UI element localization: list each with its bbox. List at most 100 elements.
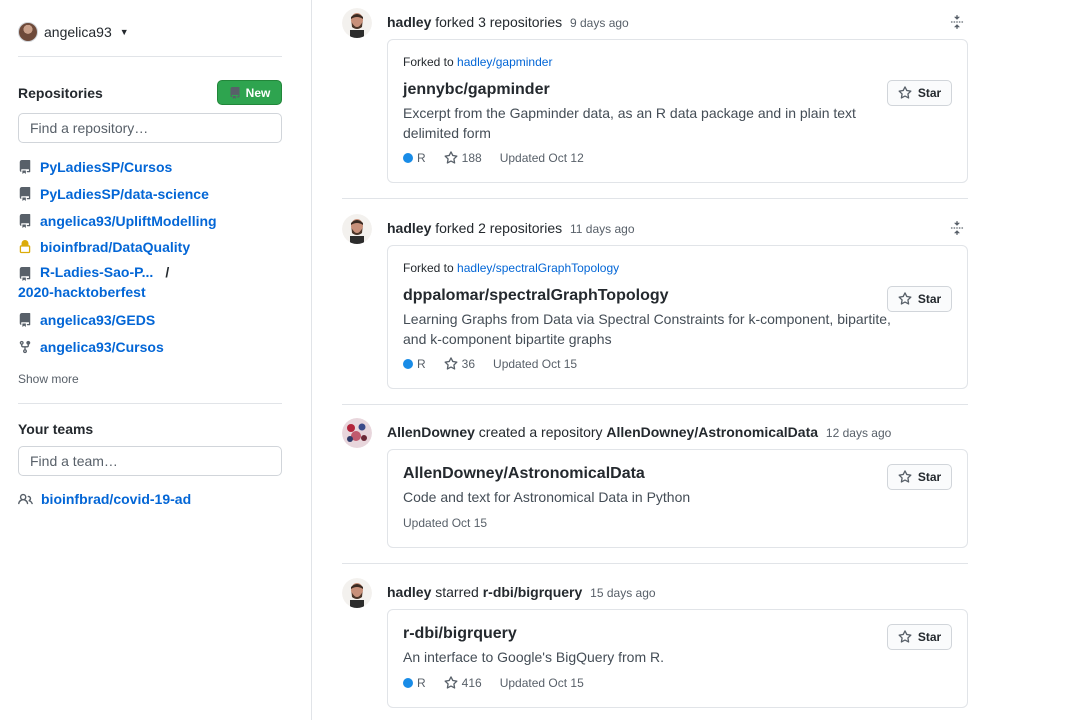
repository-search-input[interactable]: Find a repository… (18, 113, 282, 143)
repo-icon (18, 214, 32, 228)
repo-updated: Updated Oct 15 (403, 516, 488, 530)
event-header: hadley starred r-dbi/bigrquery 15 days a… (387, 584, 656, 600)
star-button[interactable]: Star (887, 624, 952, 650)
repo-link[interactable]: angelica93/Cursos (40, 337, 164, 357)
actor-link[interactable]: hadley (387, 584, 431, 600)
repositories-heading: Repositories (18, 85, 103, 101)
repo-meta: Updated Oct 15 (403, 516, 487, 530)
star-count: 416 (461, 676, 482, 690)
repo-item[interactable]: angelica93/UpliftModelling (18, 211, 282, 238)
repo-icon (18, 187, 32, 201)
star-icon (444, 151, 458, 165)
actor-avatar[interactable] (342, 214, 372, 244)
fold-icon[interactable] (950, 220, 964, 236)
user-avatar (18, 22, 38, 42)
star-count: 188 (461, 151, 482, 165)
new-button-label: New (245, 85, 271, 100)
dashboard-sidebar: angelica93 ▼ Repositories New Find a rep… (0, 0, 312, 720)
repo-description: Code and text for Astronomical Data in P… (403, 489, 691, 505)
sidebar-divider (18, 56, 282, 57)
star-button[interactable]: Star (887, 464, 952, 490)
event-header: hadley forked 2 repositories 11 days ago (387, 220, 635, 236)
stargazers-link[interactable]: 416 (444, 676, 482, 690)
event-time: 11 days ago (570, 222, 635, 236)
repo-meta: R 416 Updated Oct 15 (403, 676, 584, 690)
actor-link[interactable]: hadley (387, 14, 431, 30)
actor-avatar[interactable] (342, 8, 372, 38)
team-search-input[interactable]: Find a team… (18, 446, 282, 476)
forked-to-line: Forked to hadley/spectralGraphTopology (403, 261, 619, 275)
repo-item[interactable]: angelica93/GEDS (18, 310, 282, 337)
repo-link[interactable]: PyLadiesSP/data-science (40, 184, 209, 204)
star-button[interactable]: Star (887, 286, 952, 312)
star-icon (898, 470, 912, 484)
actor-avatar[interactable] (342, 578, 372, 608)
repo-icon (18, 313, 32, 327)
repo-item[interactable]: bioinfbrad/DataQuality (18, 237, 282, 264)
repo-link[interactable]: angelica93/GEDS (40, 310, 155, 330)
language-color-dot (403, 153, 413, 163)
event-time: 9 days ago (570, 16, 629, 30)
new-repository-button[interactable]: New (217, 80, 282, 105)
star-icon (444, 676, 458, 690)
star-icon (898, 630, 912, 644)
repo-meta: R 188 Updated Oct 12 (403, 151, 584, 165)
repo-item[interactable]: angelica93/Cursos (18, 337, 282, 364)
repo-card: Forked to hadley/spectralGraphTopology d… (387, 245, 968, 389)
event-action: forked (435, 220, 475, 236)
actor-link[interactable]: AllenDowney (387, 424, 475, 440)
repo-icon (18, 160, 32, 174)
repository-search-placeholder: Find a repository… (30, 120, 149, 136)
language-color-dot (403, 359, 413, 369)
repo-link[interactable]: angelica93/UpliftModelling (40, 211, 217, 231)
star-icon (898, 292, 912, 306)
actor-avatar[interactable] (342, 418, 372, 448)
repo-item[interactable]: PyLadiesSP/data-science (18, 184, 282, 211)
repo-item[interactable]: R-Ladies-Sao-P... / 2020-hacktoberfest (18, 264, 282, 310)
sidebar-divider (18, 403, 282, 404)
repo-card: AllenDowney/AstronomicalData Code and te… (387, 449, 968, 548)
repo-title-link[interactable]: dppalomar/spectralGraphTopology (403, 287, 669, 305)
star-button-label: Star (917, 470, 942, 484)
forked-to-label: Forked to (403, 55, 454, 69)
fold-icon[interactable] (950, 14, 964, 30)
repo-language: R (417, 151, 426, 165)
feed-separator (342, 198, 968, 199)
context-switcher[interactable]: angelica93 ▼ (18, 22, 129, 42)
repo-updated: Updated Oct 15 (493, 357, 578, 371)
forked-to-link[interactable]: hadley/spectralGraphTopology (457, 261, 619, 275)
repo-meta: R 36 Updated Oct 15 (403, 357, 577, 371)
star-button-label: Star (917, 292, 942, 306)
people-icon (18, 492, 33, 507)
star-icon (898, 86, 912, 100)
repo-language: R (417, 676, 426, 690)
repo-updated: Updated Oct 15 (499, 676, 584, 690)
star-button[interactable]: Star (887, 80, 952, 106)
feed-separator (342, 563, 968, 564)
event-action: created a repository (478, 424, 603, 440)
event-action: forked (435, 14, 475, 30)
team-item[interactable]: bioinfbrad/covid-19-ad (18, 491, 191, 507)
repo-owner-link[interactable]: R-Ladies-Sao-P... (40, 264, 153, 281)
repo-link[interactable]: bioinfbrad/DataQuality (40, 237, 190, 257)
repo-item[interactable]: PyLadiesSP/Cursos (18, 157, 282, 184)
repo-name-link[interactable]: 2020-hacktoberfest (18, 284, 146, 300)
stargazers-link[interactable]: 188 (444, 151, 482, 165)
repo-link[interactable]: PyLadiesSP/Cursos (40, 157, 172, 177)
repo-title-link[interactable]: jennybc/gapminder (403, 81, 550, 99)
forked-to-link[interactable]: hadley/gapminder (457, 55, 552, 69)
event-object-link[interactable]: r-dbi/bigrquery (483, 584, 583, 600)
stargazers-link[interactable]: 36 (444, 357, 475, 371)
repo-path-separator: / (165, 264, 170, 281)
event-object-link[interactable]: 3 repositories (478, 14, 562, 30)
actor-link[interactable]: hadley (387, 220, 431, 236)
caret-down-icon: ▼ (119, 27, 129, 37)
repo-title-link[interactable]: AllenDowney/AstronomicalData (403, 465, 645, 483)
event-object-link[interactable]: AllenDowney/AstronomicalData (606, 424, 818, 440)
repo-title-link[interactable]: r-dbi/bigrquery (403, 625, 517, 643)
repo-description: An interface to Google's BigQuery from R… (403, 649, 665, 665)
show-more-button[interactable]: Show more (18, 372, 79, 386)
team-link[interactable]: bioinfbrad/covid-19-ad (41, 491, 191, 507)
event-object-link[interactable]: 2 repositories (478, 220, 562, 236)
repo-card: Forked to hadley/gapminder jennybc/gapmi… (387, 39, 968, 183)
